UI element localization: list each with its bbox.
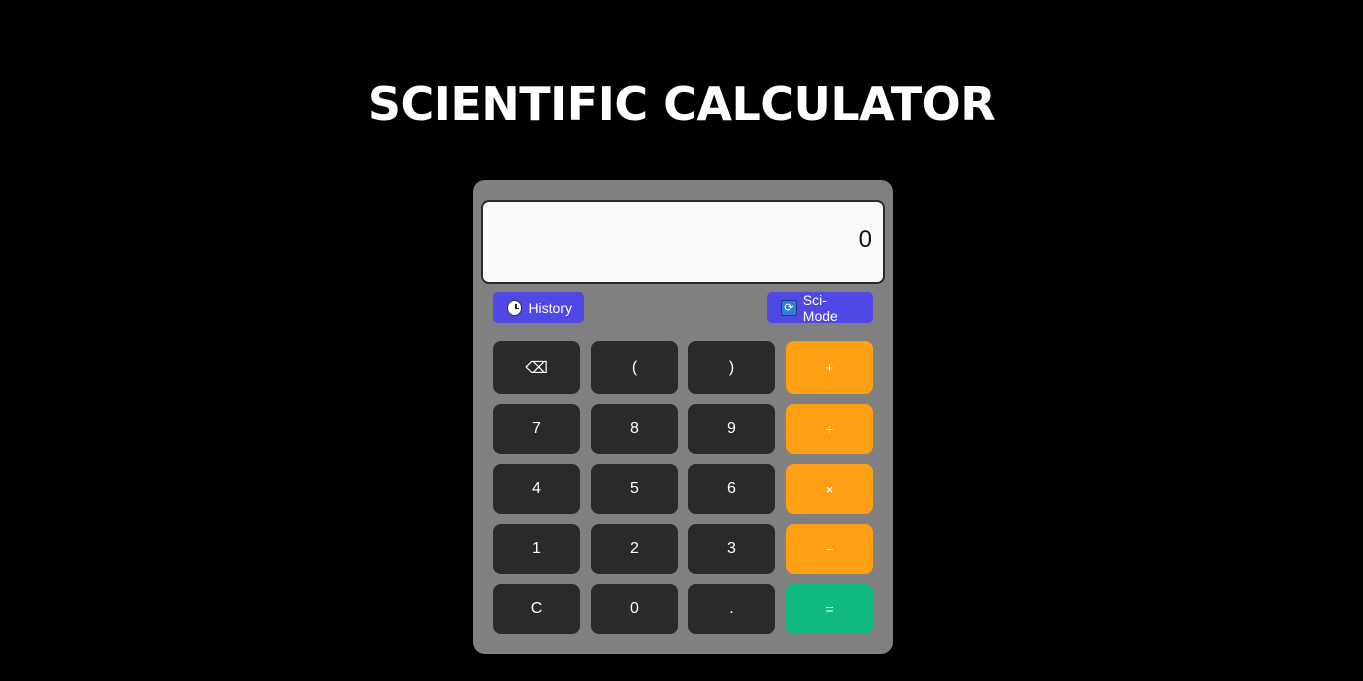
key-7[interactable]: 7 <box>493 404 580 454</box>
divide-button[interactable]: ÷ <box>786 404 873 454</box>
equals-button[interactable]: = <box>786 584 873 634</box>
key-4[interactable]: 4 <box>493 464 580 514</box>
display-screen: 0 <box>481 200 885 284</box>
history-label: History <box>528 299 572 316</box>
open-paren-button[interactable]: ( <box>591 341 678 394</box>
close-paren-button[interactable]: ) <box>688 341 775 394</box>
page-title: SCIENTIFIC CALCULATOR <box>367 77 996 131</box>
key-3[interactable]: 3 <box>688 524 775 574</box>
key-5[interactable]: 5 <box>591 464 678 514</box>
sci-mode-button[interactable]: ⟳ Sci-Mode <box>767 291 873 324</box>
display-value: 0 <box>858 226 872 253</box>
key-1[interactable]: 1 <box>493 524 580 574</box>
multiply-button[interactable]: × <box>786 464 873 514</box>
key-2[interactable]: 2 <box>591 524 678 574</box>
history-button[interactable]: History <box>493 292 584 323</box>
swap-icon: ⟳ <box>781 299 797 316</box>
decimal-button[interactable]: . <box>688 584 775 634</box>
minus-button[interactable]: − <box>786 524 873 574</box>
clear-button[interactable]: C <box>493 584 580 634</box>
key-6[interactable]: 6 <box>688 464 775 514</box>
calculator-panel: 0 History ⟳ Sci-Mode ⌫ ( ) + 7 8 9 ÷ 4 5… <box>473 180 893 654</box>
key-9[interactable]: 9 <box>688 404 775 454</box>
sci-mode-label: Sci-Mode <box>802 291 838 324</box>
key-0[interactable]: 0 <box>591 584 678 634</box>
backspace-button[interactable]: ⌫ <box>493 341 580 394</box>
clock-icon <box>507 299 523 316</box>
key-8[interactable]: 8 <box>591 404 678 454</box>
plus-button[interactable]: + <box>786 341 873 394</box>
calculator-page: SCIENTIFIC CALCULATOR 0 History ⟳ Sci-Mo… <box>0 0 1363 681</box>
